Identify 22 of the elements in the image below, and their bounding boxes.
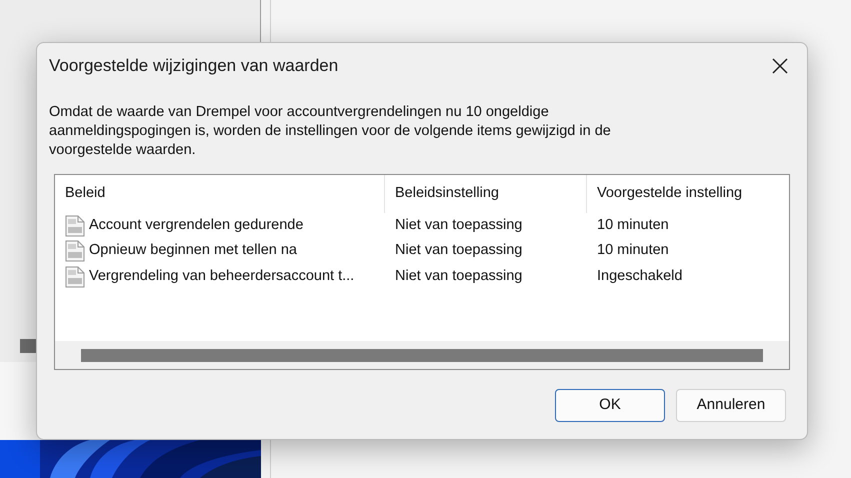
table-cell-text: Vergrendeling van beheerdersaccount t...	[89, 266, 354, 286]
scrollbar-thumb[interactable]	[20, 339, 36, 353]
dialog-title: Voorgestelde wijzigingen van waarden	[49, 55, 338, 78]
message-text: Omdat de waarde van Drempel voor accountvergrendelingen nu 10 ongeldige aanmeldingspogingen is, worden de instellingen voor de volgende items gewijzigd in de voorgestelde waarden.	[49, 103, 612, 160]
scrollbar-thumb[interactable]	[81, 348, 763, 362]
column-header[interactable]: Beleid	[65, 183, 106, 205]
column-header[interactable]: Voorgestelde instelling	[597, 183, 742, 205]
table-cell-text: Ingeschakeld	[597, 266, 682, 286]
policy-document-icon	[64, 214, 86, 237]
table-cell-text: Niet van toepassing	[395, 266, 522, 286]
policy-document-icon	[64, 266, 86, 288]
column-header[interactable]: Beleidsinstelling	[395, 183, 499, 205]
table-cell-text: Niet van toepassing	[395, 241, 522, 260]
table-cell-text: Niet van toepassing	[395, 216, 522, 235]
table-cell-text: Account vergrendelen gedurende	[89, 216, 304, 235]
table-cell-text: 10 minuten	[597, 241, 669, 260]
table-cell-text: 10 minuten	[597, 216, 669, 235]
close-icon	[772, 58, 788, 74]
table-cell-text: Opnieuw beginnen met tellen na	[89, 241, 297, 260]
dialog-button[interactable]: OK	[555, 389, 665, 422]
policy-document-icon	[64, 240, 86, 262]
dialog-button[interactable]: Annuleren	[676, 389, 786, 422]
